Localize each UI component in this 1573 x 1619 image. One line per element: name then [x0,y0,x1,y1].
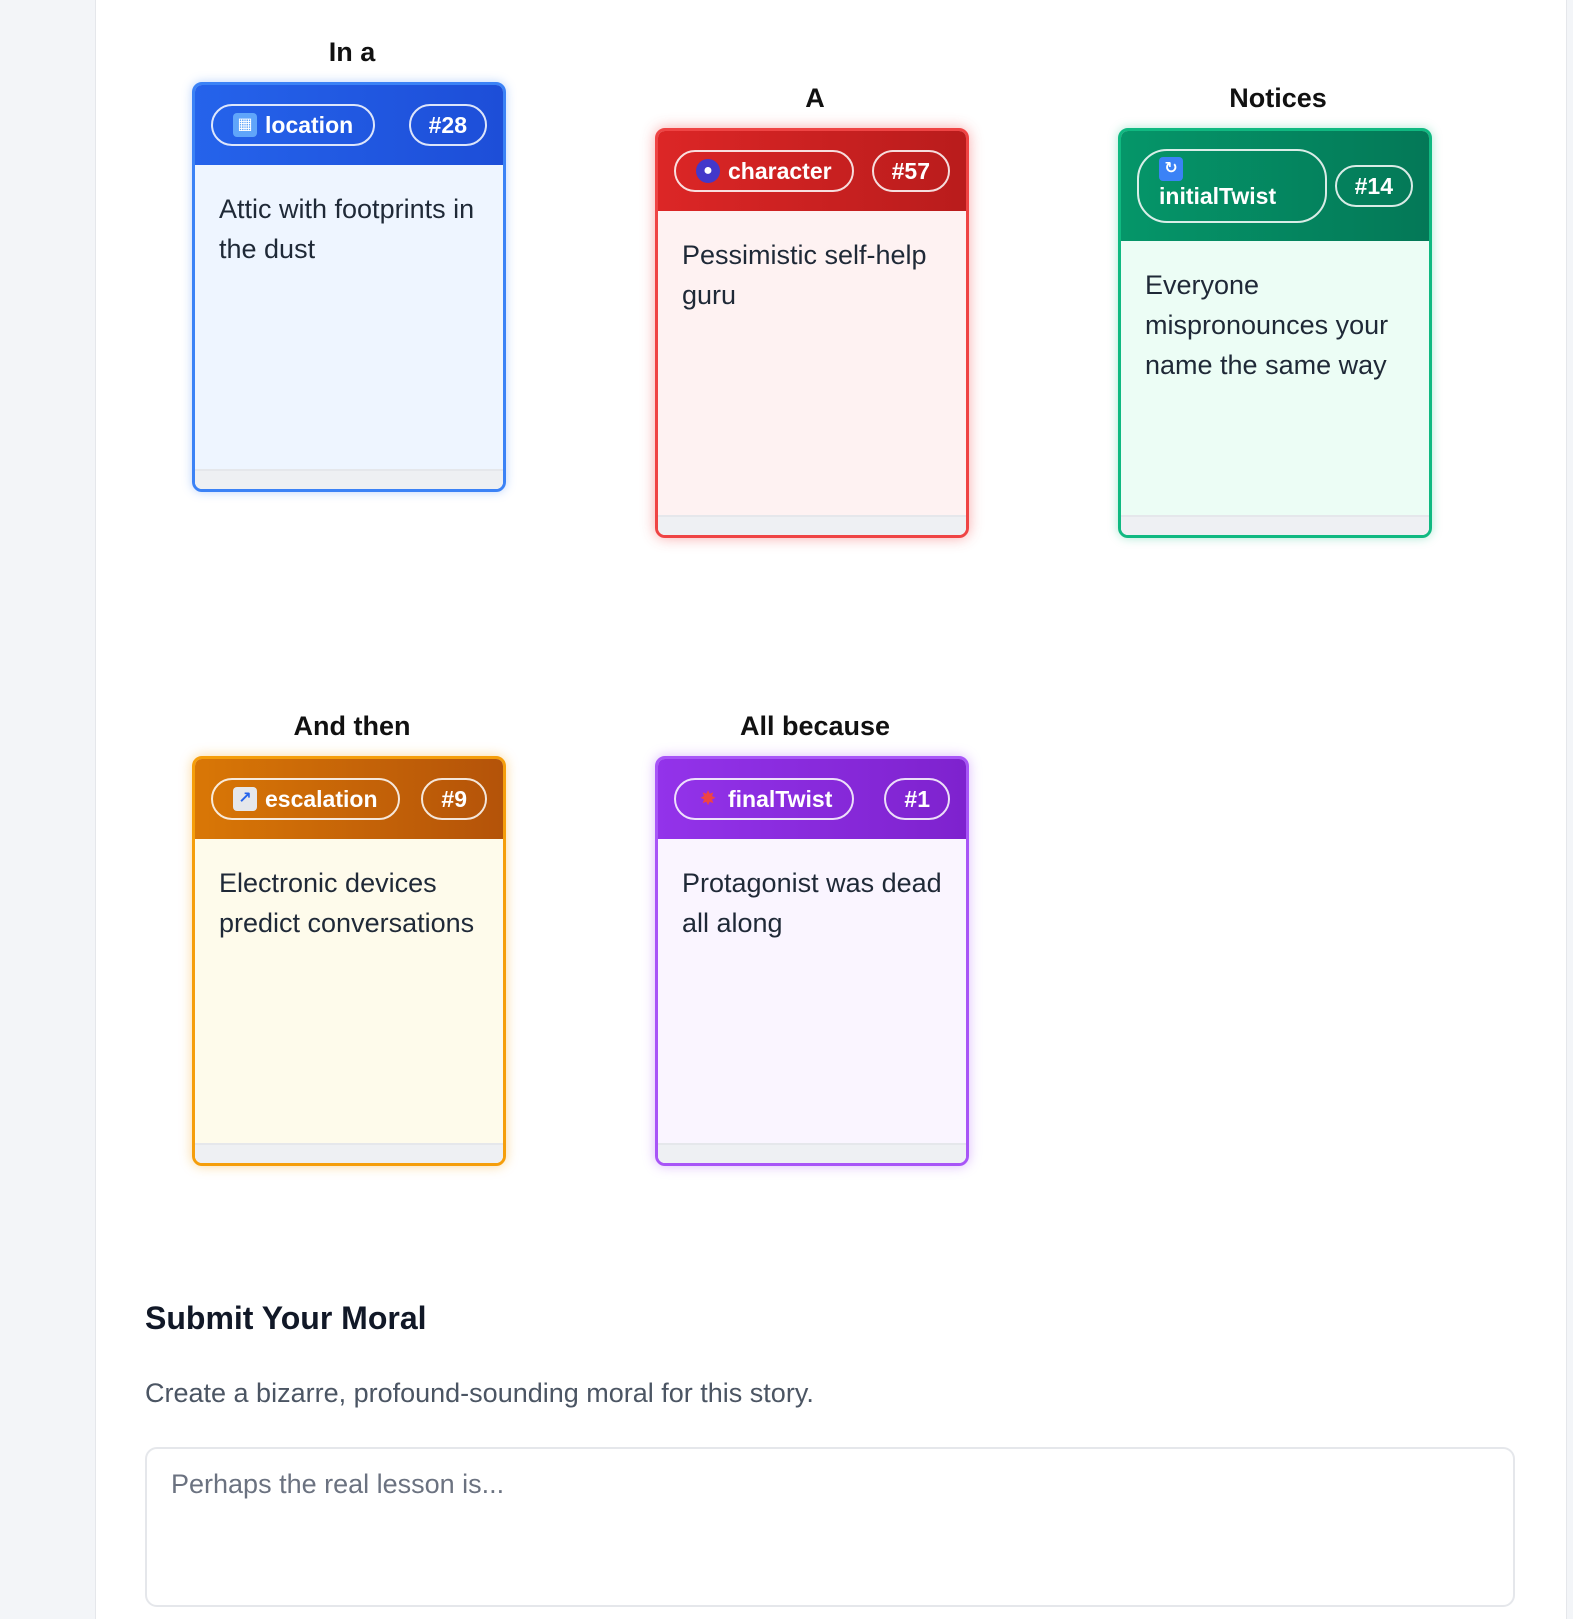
story-card-character[interactable]: ● character #57 Pessimistic self-help gu… [655,128,969,538]
chart-increasing-icon: ↗ [233,787,257,811]
slot-label: And then [293,711,411,741]
slot-label: A [805,83,825,113]
story-card-escalation[interactable]: ↗ escalation #9 Electronic devices predi… [192,756,506,1166]
slot-label: All because [739,711,891,741]
refresh-arrows-icon: ↻ [1159,157,1183,181]
card-text: Everyone mispronounces your name the sam… [1121,241,1429,515]
slot-label: Notices [1229,83,1327,113]
category-badge: ▦ location [211,104,376,146]
story-slot-character: A ● character #57 Pessimistic self-help … [655,78,975,538]
moral-description: Create a bizarre, profound-sounding mora… [145,1378,814,1408]
slot-label: In a [328,37,376,67]
card-footer [658,515,966,535]
moral-input[interactable] [145,1447,1515,1607]
category-label: escalation [265,785,378,812]
card-header: ✸ finalTwist #1 [658,759,966,839]
person-silhouette-icon: ● [696,159,720,183]
card-footer [658,1143,966,1163]
card-number-badge: #28 [408,104,487,146]
story-card-location[interactable]: ▦ location #28 Attic with footprints in … [192,82,506,492]
category-label: location [265,111,354,138]
cityscape-icon: ▦ [233,113,257,137]
card-footer [195,469,503,489]
card-number-badge: #9 [421,778,487,820]
category-badge: ● character [674,150,854,192]
card-number-badge: #1 [884,778,950,820]
card-text: Protagonist was dead all along [658,839,966,1143]
card-number-badge: #14 [1334,165,1413,207]
card-text: Pessimistic self-help guru [658,211,966,515]
card-footer [195,1143,503,1163]
story-card-finaltwist[interactable]: ✸ finalTwist #1 Protagonist was dead all… [655,756,969,1166]
card-number-badge: #57 [871,150,950,192]
card-footer [1121,515,1429,535]
story-slot-finaltwist: All because ✸ finalTwist #1 Protagonist … [655,706,975,1166]
story-slot-escalation: And then ↗ escalation #9 Electronic devi… [192,706,512,1166]
category-badge: ↻ initialTwist [1137,149,1327,223]
card-text: Electronic devices predict conversations [195,839,503,1143]
category-badge: ✸ finalTwist [674,778,855,820]
card-header: ● character #57 [658,131,966,211]
card-header: ↻ initialTwist #14 [1121,131,1429,241]
story-card-initialtwist[interactable]: ↻ initialTwist #14 Everyone mispronounce… [1118,128,1432,538]
category-badge: ↗ escalation [211,778,400,820]
category-label: character [728,157,832,184]
card-text: Attic with footprints in the dust [195,165,503,469]
moral-section-title: Submit Your Moral [145,1300,427,1336]
card-header: ↗ escalation #9 [195,759,503,839]
story-slot-location: In a ▦ location #28 Attic with footprint… [192,32,512,492]
category-label: initialTwist [1159,183,1277,209]
story-slot-initialtwist: Notices ↻ initialTwist #14 Everyone misp… [1118,78,1438,538]
explosion-icon: ✸ [699,788,717,810]
category-label: finalTwist [728,785,833,812]
card-header: ▦ location #28 [195,85,503,165]
